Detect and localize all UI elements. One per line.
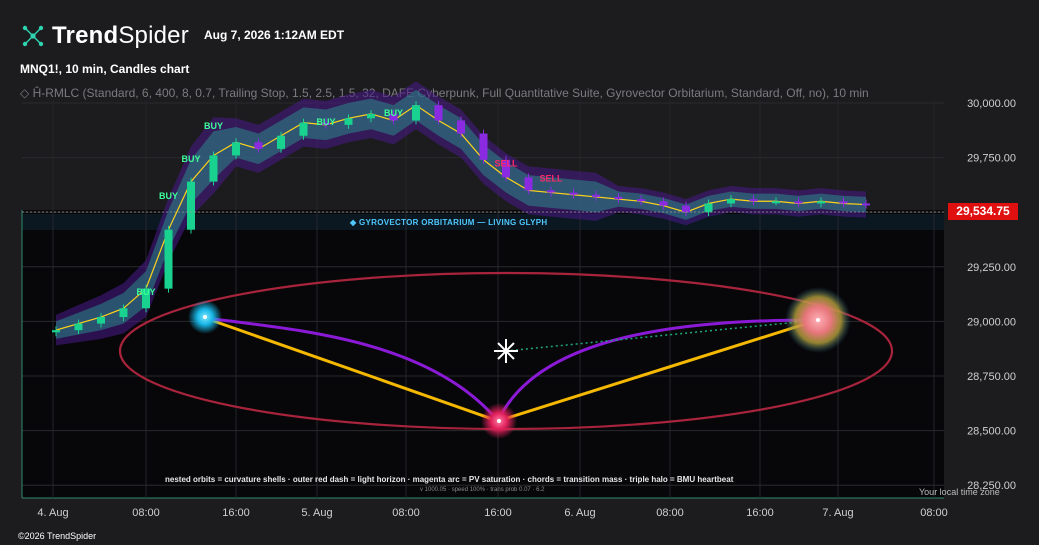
sell-signal: SELL — [494, 158, 518, 168]
buy-signal: BUY — [316, 117, 335, 127]
orbitarium-banner: ◆ GYROVECTOR ORBITARIUM — LIVING GLYPH — [350, 218, 548, 227]
y-tick-label: 30,000.00 — [967, 98, 1016, 110]
candle-body — [817, 201, 825, 204]
overlay-legend-sub: v 1000.05 · speed 100% · trans prob 0.07… — [420, 487, 545, 493]
y-tick-label: 28,500.00 — [967, 426, 1016, 438]
x-tick-label: 4. Aug — [37, 507, 68, 519]
candle-body — [659, 201, 668, 206]
candle-body — [299, 122, 308, 136]
candle-body — [479, 133, 488, 160]
price-chart[interactable]: BUY BUY BUY BUY BUY BUY SELL SELL 30,000.00 29,7… — [0, 0, 1039, 545]
candle-body — [839, 201, 848, 204]
buy-signal: BUY — [384, 108, 403, 118]
orbit-node-left-core — [203, 315, 207, 319]
candle-body — [97, 317, 105, 324]
candle-body — [119, 308, 128, 318]
candle-body — [749, 199, 758, 202]
buy-signal: BUY — [181, 154, 200, 164]
buy-signal: BUY — [136, 287, 155, 297]
candle-body — [74, 323, 83, 331]
candle-body — [457, 120, 465, 134]
candle-body — [772, 201, 780, 204]
candle-body — [187, 181, 195, 230]
candle-body — [794, 201, 803, 204]
last-price-tag: 29,534.75 — [948, 203, 1018, 220]
x-tick-label: 08:00 — [656, 507, 684, 519]
x-tick-label: 08:00 — [132, 507, 160, 519]
y-tick-label: 29,000.00 — [967, 316, 1016, 328]
x-tick-label: 6. Aug — [564, 507, 595, 519]
candle-body — [682, 205, 690, 213]
candle-body — [232, 142, 240, 156]
sell-signal: SELL — [539, 174, 563, 184]
candle-body — [727, 199, 735, 204]
candle-body — [254, 142, 263, 149]
candle-body — [614, 196, 623, 200]
x-tick-label: 16:00 — [484, 507, 512, 519]
candle-body — [367, 113, 375, 119]
candle-body — [637, 199, 645, 202]
timezone-label[interactable]: Your local time zone — [919, 487, 1000, 497]
buy-signal: BUY — [204, 121, 223, 131]
candle-body — [592, 194, 600, 197]
orbit-node-bottom-core — [497, 419, 501, 423]
x-tick-label: 5. Aug — [301, 507, 332, 519]
candle-body — [209, 155, 218, 182]
x-tick-label: 16:00 — [222, 507, 250, 519]
candle-body — [344, 118, 353, 125]
overlay-legend: nested orbits = curvature shells · outer… — [165, 475, 734, 484]
buy-signal: BUY — [159, 191, 178, 201]
candle-body — [52, 330, 60, 333]
y-tick-label: 29,750.00 — [967, 153, 1016, 165]
candle-body — [412, 105, 420, 121]
x-axis: 4. Aug 08:00 16:00 5. Aug 08:00 16:00 6. Aug 08… — [37, 507, 947, 519]
y-axis: 30,000.0029,750.0029,500.0029,250.0029,0… — [967, 98, 1016, 492]
candle-body — [277, 135, 285, 149]
candle-body — [569, 192, 578, 195]
candle-body — [434, 105, 443, 121]
y-tick-label: 29,250.00 — [967, 262, 1016, 274]
candle-body — [547, 190, 555, 193]
orbit-node-right-core — [816, 318, 820, 322]
x-tick-label: 08:00 — [392, 507, 420, 519]
candle-body — [862, 203, 870, 206]
candle-body — [164, 229, 173, 289]
copyright: ©2026 TrendSpider — [18, 531, 97, 541]
candle-body — [704, 203, 713, 213]
x-tick-label: 7. Aug — [822, 507, 853, 519]
candle-body — [524, 177, 533, 191]
x-tick-label: 08:00 — [920, 507, 948, 519]
y-tick-label: 28,750.00 — [967, 371, 1016, 383]
x-tick-label: 16:00 — [746, 507, 774, 519]
